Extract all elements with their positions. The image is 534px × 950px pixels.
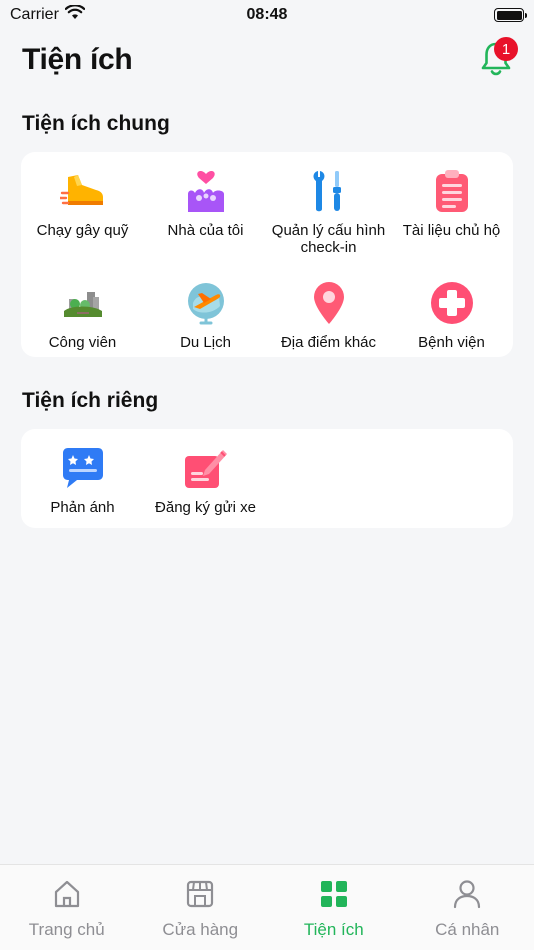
notification-button[interactable]: 1 — [476, 37, 518, 82]
location-pin-icon — [304, 278, 354, 328]
feedback-chat-icon — [58, 443, 108, 493]
tab-store[interactable]: Cửa hàng — [134, 865, 268, 950]
tab-home[interactable]: Trang chủ — [0, 865, 134, 950]
tile-household-docs[interactable]: Tài liệu chủ hộ — [390, 166, 513, 260]
tile-hospital[interactable]: Bệnh viện — [390, 278, 513, 356]
my-house-icon — [181, 166, 231, 216]
tile-other-places[interactable]: Địa điểm khác — [267, 278, 390, 356]
notification-badge: 1 — [494, 37, 518, 61]
tile-label: Chạy gây quỹ — [36, 222, 129, 239]
home-icon — [52, 879, 82, 914]
tab-label: Tiện ích — [303, 920, 364, 939]
tile-label: Bệnh viện — [418, 334, 485, 351]
tab-label: Cửa hàng — [162, 920, 239, 939]
tile-travel[interactable]: Du Lịch — [144, 278, 267, 356]
tile-label: Du Lịch — [180, 334, 231, 351]
tile-checkin-config[interactable]: Quản lý cấu hình check-in — [267, 166, 390, 260]
register-note-icon — [181, 443, 231, 493]
tile-label: Công viên — [48, 334, 117, 351]
page-title: Tiện ích — [22, 43, 133, 76]
tile-label: Tài liệu chủ hộ — [402, 222, 501, 239]
status-bar: Carrier 08:48 — [0, 0, 534, 30]
tile-label: Địa điểm khác — [280, 334, 377, 351]
common-utilities-card: Chạy gây quỹ Nhà của tôi Quản lý cấu hìn… — [21, 152, 513, 357]
park-icon — [58, 278, 108, 328]
running-shoe-icon — [58, 166, 108, 216]
clipboard-icon — [427, 166, 477, 216]
tile-park[interactable]: Công viên — [21, 278, 144, 356]
tab-label: Trang chủ — [28, 920, 105, 939]
tab-profile[interactable]: Cá nhân — [401, 865, 534, 950]
private-utilities-card: Phản ánh Đăng ký gửi xe — [21, 429, 513, 528]
tile-parking-registration[interactable]: Đăng ký gửi xe — [144, 443, 267, 516]
tile-my-house[interactable]: Nhà của tôi — [144, 166, 267, 260]
private-section-title: Tiện ích riêng — [22, 389, 159, 412]
battery-icon — [494, 8, 527, 22]
tile-feedback[interactable]: Phản ánh — [21, 443, 144, 516]
wifi-icon — [64, 4, 86, 25]
grid-icon — [319, 879, 349, 914]
airplane-globe-icon — [181, 278, 231, 328]
store-icon — [185, 879, 215, 914]
carrier-label: Carrier — [10, 6, 59, 23]
header: Tiện ích 1 — [22, 37, 518, 82]
tab-label: Cá nhân — [435, 920, 500, 939]
status-left: Carrier — [10, 4, 86, 25]
tile-label: Phản ánh — [50, 499, 115, 516]
person-icon — [452, 879, 482, 914]
hospital-cross-icon — [427, 278, 477, 328]
tile-fundraising-run[interactable]: Chạy gây quỹ — [21, 166, 144, 260]
tile-label: Đăng ký gửi xe — [155, 499, 256, 516]
tile-label: Quản lý cấu hình check-in — [271, 222, 386, 256]
common-section-title: Tiện ích chung — [22, 112, 170, 135]
tab-bar: Trang chủ Cửa hàng Tiện ích Cá nhân — [0, 864, 534, 950]
tab-utilities[interactable]: Tiện ích — [267, 865, 401, 950]
tile-label: Nhà của tôi — [167, 222, 244, 239]
tools-icon — [304, 166, 354, 216]
